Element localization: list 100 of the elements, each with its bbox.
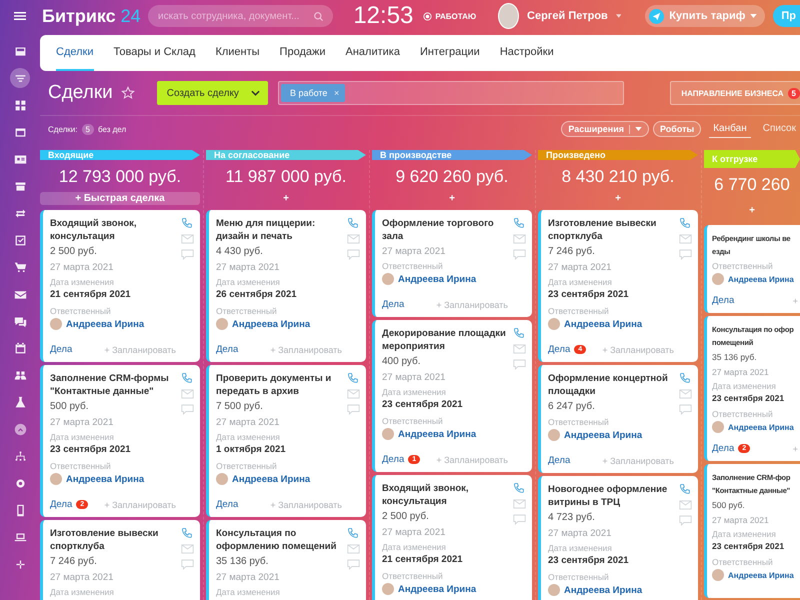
nav-tab[interactable]: Интеграции [420,35,480,71]
deal-title[interactable]: Изготовление вывески спортклуба [50,527,176,553]
deal-card[interactable]: Меню для пиццерии: дизайн и печать 4 430 руб. 27 марта 2021 Дата изменения 26 сентября 2021 Ответственный Андреева Ирина Дела + Запланировать [206,210,366,362]
phone-icon[interactable] [181,217,193,229]
phone-icon[interactable] [347,527,359,539]
sitemap-icon[interactable] [14,450,26,462]
checkbox-icon[interactable] [14,234,26,246]
rocket-icon [649,8,664,24]
tasks-link[interactable]: Дела [216,344,238,355]
deal-title[interactable]: Заполнение CRM-формы "Контактные данные" [50,372,176,398]
person-link[interactable]: Андреева Ирина [398,428,476,440]
deal-title[interactable]: Декорирование площадки мероприятия [382,327,508,353]
person-link[interactable]: Андреева Ирина [564,430,642,440]
phone-icon[interactable] [679,483,691,495]
logo[interactable]: Битрикс 24 [42,6,140,26]
tasks-link[interactable]: Дела [50,344,72,355]
phone-icon[interactable] [181,372,193,384]
person-link[interactable]: Андреева Ирина [398,274,476,284]
person-link[interactable]: Андреева Ирина [728,422,794,432]
tasks-link[interactable]: Дела [382,299,404,310]
cart-icon[interactable] [14,260,26,274]
work-status[interactable]: РАБОТАЮ [423,12,476,20]
nav-tab[interactable]: Продажи [280,35,326,71]
deal-date: 27 марта 2021 [382,246,446,257]
laptop-icon[interactable] [14,530,26,544]
plus-icon[interactable] [14,558,26,570]
nav-tab[interactable]: Сделки [56,35,94,71]
deal-card[interactable]: Оформление концертной площадки 6 247 руб. Ответственный Андреева Ирина Дела + Запланировать [538,365,698,473]
phone-icon[interactable] [513,482,525,494]
deal-card[interactable]: Новогоднее оформление витрины в ТРЦ 4 723 руб. 27 марта 2021 Дата изменения 23 сентября 2021 Ответственный Андреева Ирина [538,476,698,600]
people-icon[interactable] [14,368,26,382]
filter-field[interactable]: В работе × [278,81,624,105]
view-tab[interactable]: Канбан [709,120,751,138]
no-tasks-label[interactable]: без дел [98,124,126,134]
avatar[interactable] [498,3,520,29]
chat-icon[interactable] [14,314,26,328]
tasks-link[interactable]: Дела [548,344,570,355]
deal-title[interactable]: Консультация по оформлению помещений [216,527,342,553]
deal-card[interactable]: Входящий звонок, консультация 2 500 руб. 27 марта 2021 Дата изменения 21 сентября 2021 Ответственный Андреева Ирина [372,475,532,600]
nav-tab[interactable]: Настройки [500,35,554,71]
sync-icon[interactable] [14,206,26,220]
nav-tab[interactable]: Клиенты [215,35,260,71]
filter-tag[interactable]: В работе × [280,84,346,102]
flask-icon[interactable] [14,396,26,408]
nav-tab[interactable]: Аналитика [346,35,400,71]
tasks-link[interactable]: Дела [216,499,238,510]
tasks-link[interactable]: Дела [50,499,72,510]
deal-title[interactable]: Оформление торгового зала [382,217,508,243]
add-deal-button[interactable]: + [538,192,698,205]
deal-title[interactable]: Проверить документы и передать в архив [216,372,342,398]
user-name[interactable]: Сергей Петров [527,10,608,22]
tasks-link[interactable]: Дела [548,455,570,466]
deal-title[interactable]: Изготовление вывески спортклуба [548,217,674,243]
deal-title[interactable]: Меню для пиццерии: дизайн и печать [216,217,342,243]
deal-card[interactable]: Входящий звонок, консультация 2 500 руб. 27 марта 2021 Дата изменения 21 сентября 2021 Ответственный Андреева Ирина Дела + Запланировать [40,210,200,362]
phone-icon[interactable] [347,217,359,229]
phone-icon[interactable] [679,217,691,229]
tasks-link[interactable]: Дела [712,443,734,454]
person-link[interactable]: Андреева Ирина [232,474,310,484]
person-link[interactable]: Андреева Ирина [564,584,642,596]
person-link[interactable]: Андреева Ирина [398,584,476,594]
tray-icon[interactable] [14,44,26,58]
phone-icon[interactable] [513,327,525,339]
phone-icon[interactable] [347,372,359,384]
tasks-link[interactable]: Дела [382,454,404,465]
person-link[interactable]: Андреева Ирина [232,318,310,330]
deal-title[interactable]: Новогоднее оформление витрины в ТРЦ [548,483,674,509]
person-link[interactable]: Андреева Ирина [564,318,642,330]
person-link[interactable]: Андреева Ирина [66,318,144,330]
deal-date: 27 марта 2021 [712,515,770,525]
settings-icon[interactable] [14,476,26,490]
caret-icon[interactable] [616,14,622,18]
contact-card-icon[interactable] [14,152,26,166]
person-link[interactable]: Андреева Ирина [728,570,794,580]
deal-title[interactable]: Оформление концертной площадки [548,372,674,398]
phone-icon[interactable] [513,217,525,229]
add-deal-button[interactable]: + [206,192,366,205]
person-link[interactable]: Андреева Ирина [728,274,794,284]
add-deal-button[interactable]: + [704,200,800,220]
add-deal-button[interactable]: + [372,192,532,205]
deal-card[interactable]: Проверить документы и передать в архив 7 500 руб. 27 марта 2021 Дата изменения 1 октября 2021 Ответственный Андреева Ирина Дела + Запланировать [206,365,366,517]
deal-amount: 4 430 руб. [216,246,264,257]
deal-card[interactable]: Консультация по оформлению помещений 35 136 руб. 27 марта 2021 Дата изменения [206,520,366,600]
nav-tab[interactable]: Товары и Склад [114,35,196,71]
create-deal-button[interactable]: Создать сделку [156,81,268,105]
add-deal-button[interactable]: + Быстрая сделка [40,192,200,205]
window-icon[interactable] [14,126,26,138]
calendar-icon[interactable] [14,342,26,354]
grid-icon[interactable] [14,98,26,112]
phone-icon[interactable] [679,372,691,384]
tasks-link[interactable]: Дела [712,295,734,306]
star-icon[interactable] [120,86,135,100]
person-link[interactable]: Андреева Ирина [66,474,144,484]
deal-title[interactable]: Входящий звонок, консультация [50,217,176,243]
deal-title[interactable]: Входящий звонок, консультация [382,482,508,508]
business-direction-button[interactable]: НАПРАВЛЕНИЕ БИЗНЕСА 5 [670,81,800,105]
shop-icon[interactable] [14,180,26,192]
deal-card[interactable]: Изготовление вывески спортклуба 7 246 руб. 27 марта 2021 Дата изменения [40,520,200,600]
phone-icon[interactable] [181,527,193,539]
deal-card[interactable]: Оформление торгового зала 27 марта 2021 Ответственный Андреева Ирина Дела + Запланировать [372,210,532,317]
